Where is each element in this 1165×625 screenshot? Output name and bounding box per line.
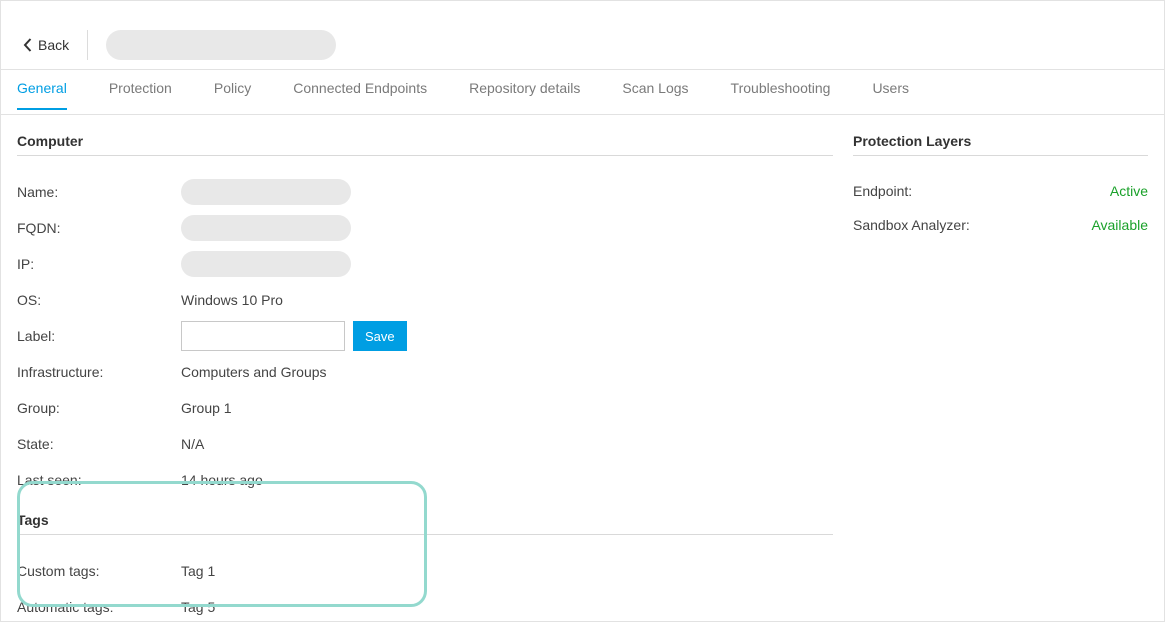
sandbox-value: Available xyxy=(1091,217,1148,233)
field-automatic-tags: Automatic tags: Tag 5 xyxy=(17,589,833,625)
field-infrastructure: Infrastructure: Computers and Groups xyxy=(17,354,833,390)
name-value-placeholder xyxy=(181,179,351,205)
ip-value-placeholder xyxy=(181,251,351,277)
computer-section-title: Computer xyxy=(17,133,833,156)
label-input[interactable] xyxy=(181,321,345,351)
tab-scan-logs[interactable]: Scan Logs xyxy=(622,80,688,108)
sandbox-label: Sandbox Analyzer: xyxy=(853,217,970,233)
tab-users[interactable]: Users xyxy=(872,80,909,108)
group-label: Group: xyxy=(17,400,181,416)
field-state: State: N/A xyxy=(17,426,833,462)
back-label: Back xyxy=(38,37,69,53)
endpoint-label: Endpoint: xyxy=(853,183,912,199)
state-label: State: xyxy=(17,436,181,452)
group-value: Group 1 xyxy=(181,400,232,416)
header-title-placeholder xyxy=(106,30,336,60)
save-button[interactable]: Save xyxy=(353,321,407,351)
tags-section-title: Tags xyxy=(17,512,833,535)
field-fqdn: FQDN: xyxy=(17,210,833,246)
tab-policy[interactable]: Policy xyxy=(214,80,251,108)
label-label: Label: xyxy=(17,328,181,344)
protection-row-sandbox: Sandbox Analyzer: Available xyxy=(853,208,1148,242)
tab-repository-details[interactable]: Repository details xyxy=(469,80,580,108)
field-name: Name: xyxy=(17,174,833,210)
tab-general[interactable]: General xyxy=(17,80,67,110)
ip-label: IP: xyxy=(17,256,181,272)
fqdn-label: FQDN: xyxy=(17,220,181,236)
fqdn-value-placeholder xyxy=(181,215,351,241)
chevron-left-icon xyxy=(23,38,32,52)
custom-tags-label: Custom tags: xyxy=(17,563,181,579)
field-last-seen: Last seen: 14 hours ago xyxy=(17,462,833,498)
back-button[interactable]: Back xyxy=(23,37,69,53)
state-value: N/A xyxy=(181,436,204,452)
custom-tags-value: Tag 1 xyxy=(181,563,215,579)
protection-layers-section-title: Protection Layers xyxy=(853,133,1148,156)
tab-troubleshooting[interactable]: Troubleshooting xyxy=(731,80,831,108)
infra-value: Computers and Groups xyxy=(181,364,327,380)
tab-connected-endpoints[interactable]: Connected Endpoints xyxy=(293,80,427,108)
endpoint-value: Active xyxy=(1110,183,1148,199)
field-ip: IP: xyxy=(17,246,833,282)
tab-protection[interactable]: Protection xyxy=(109,80,172,108)
os-value: Windows 10 Pro xyxy=(181,292,283,308)
automatic-tags-value: Tag 5 xyxy=(181,599,215,615)
automatic-tags-label: Automatic tags: xyxy=(17,599,181,615)
field-label: Label: Save xyxy=(17,318,833,354)
infra-label: Infrastructure: xyxy=(17,364,181,380)
field-group: Group: Group 1 xyxy=(17,390,833,426)
last-seen-label: Last seen: xyxy=(17,472,181,488)
os-label: OS: xyxy=(17,292,181,308)
field-custom-tags: Custom tags: Tag 1 xyxy=(17,553,833,589)
last-seen-value: 14 hours ago xyxy=(181,472,263,488)
field-os: OS: Windows 10 Pro xyxy=(17,282,833,318)
tabs: General Protection Policy Connected Endp… xyxy=(1,69,1164,115)
separator xyxy=(87,30,88,60)
name-label: Name: xyxy=(17,184,181,200)
protection-row-endpoint: Endpoint: Active xyxy=(853,174,1148,208)
